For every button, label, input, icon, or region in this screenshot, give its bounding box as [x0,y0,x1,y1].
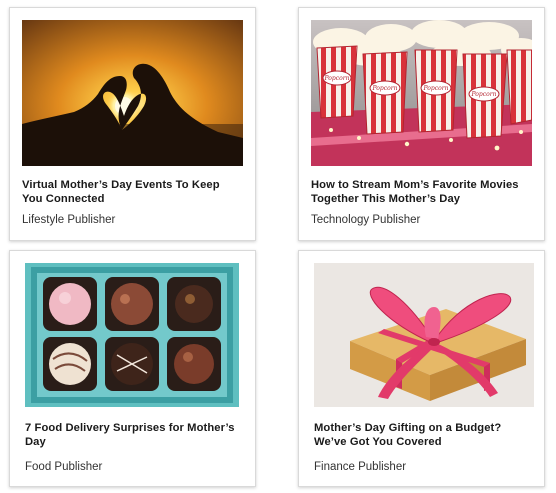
publisher-name: Food Publisher [25,461,103,473]
article-title[interactable]: How to Stream Mom’s Favorite Movies Toge… [311,178,532,206]
popcorn-label: Popcorn [372,85,398,92]
popcorn-label: Popcorn [324,75,350,82]
publisher-name: Finance Publisher [314,461,407,473]
article-title[interactable]: 7 Food Delivery Surprises for Mother’s D… [25,421,243,449]
article-thumbnail-chocolates[interactable] [25,263,239,407]
popcorn-label: Popcorn [423,85,449,92]
article-thumbnail-popcorn[interactable]: Popcorn Popcorn Popcorn Popcorn [311,20,532,166]
publisher-name: Technology Publisher [311,214,421,226]
article-title[interactable]: Virtual Mother’s Day Events To Keep You … [22,178,243,206]
article-card[interactable]: Virtual Mother’s Day Events To Keep You … [9,7,256,241]
article-grid: Virtual Mother’s Day Events To Keep You … [0,0,556,493]
article-thumbnail-gift-box[interactable] [314,263,534,407]
popcorn-label: Popcorn [471,91,497,98]
article-card[interactable]: Mother’s Day Gifting on a Budget? We’ve … [298,250,545,487]
article-title[interactable]: Mother’s Day Gifting on a Budget? We’ve … [314,421,532,449]
article-card[interactable]: Popcorn Popcorn Popcorn Popcorn How to S… [298,7,545,241]
article-card[interactable]: 7 Food Delivery Surprises for Mother’s D… [9,250,256,487]
publisher-name: Lifestyle Publisher [22,214,116,226]
article-thumbnail-heart-hands[interactable] [22,20,243,166]
